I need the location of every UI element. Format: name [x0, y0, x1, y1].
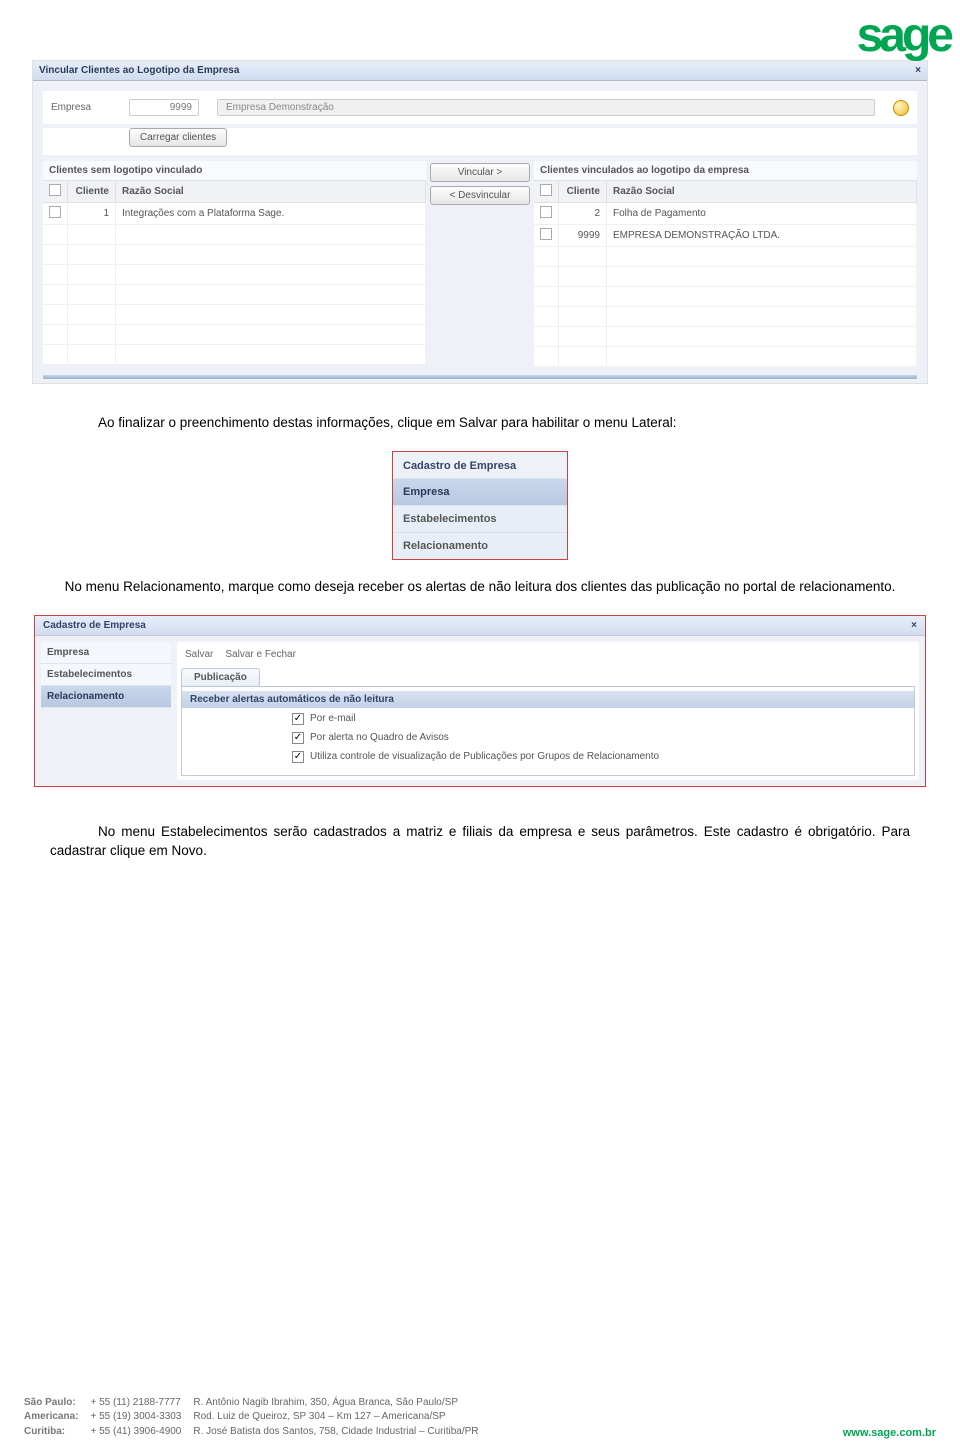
footer-address: R. José Batista dos Santos, 758, Cidade …	[193, 1425, 478, 1440]
checkbox[interactable]: ✓	[292, 751, 304, 763]
menu-cadastro-empresa: Cadastro de Empresa Empresa Estabelecime…	[392, 451, 568, 560]
close-icon[interactable]: ×	[911, 620, 917, 631]
panel-clientes-vinculados: Clientes vinculados ao logotipo da empre…	[534, 161, 917, 367]
empresa-name-field: Empresa Demonstração	[217, 99, 875, 116]
cell-cliente: 2	[559, 203, 607, 225]
footer-city: Curitiba:	[24, 1425, 78, 1440]
col-checkbox[interactable]	[43, 181, 68, 203]
col-razao: Razão Social	[607, 181, 917, 203]
footer-phone: + 55 (19) 3004-3303	[90, 1410, 181, 1425]
table-row	[43, 305, 426, 325]
table-row	[534, 287, 917, 307]
cell-cliente: 9999	[559, 225, 607, 247]
checkbox[interactable]: ✓	[292, 732, 304, 744]
table-row	[43, 345, 426, 365]
table-row	[534, 247, 917, 267]
footer-city: São Paulo:	[24, 1396, 78, 1411]
col-cliente: Cliente	[559, 181, 607, 203]
option-label: Utiliza controle de visualização de Publ…	[310, 751, 659, 762]
table-row	[534, 347, 917, 367]
dialog-vincular-clientes: Vincular Clientes ao Logotipo da Empresa…	[32, 60, 928, 384]
table-right: Cliente Razão Social 2 Folha de Pagament…	[534, 181, 917, 367]
dialog-title: Vincular Clientes ao Logotipo da Empresa	[39, 65, 239, 76]
close-icon[interactable]: ×	[915, 65, 921, 76]
tab-body: Receber alertas automáticos de não leitu…	[181, 686, 915, 776]
table-row	[43, 225, 426, 245]
footer-phone: + 55 (41) 3906-4900	[90, 1425, 181, 1440]
empresa-code-field[interactable]: 9999	[129, 99, 199, 116]
sidebar-item-empresa[interactable]: Empresa	[41, 642, 171, 664]
option-row[interactable]: ✓ Por e-mail	[182, 708, 914, 727]
cell-razao: Integrações com a Plataforma Sage.	[116, 203, 426, 225]
toolbar: Salvar Salvar e Fechar	[181, 646, 915, 668]
dialog-main: Salvar Salvar e Fechar Publicação Recebe…	[177, 642, 919, 780]
footer-phone: + 55 (11) 2188-7777	[90, 1396, 181, 1411]
cell-cliente: 1	[68, 203, 116, 225]
sidebar: Empresa Estabelecimentos Relacionamento	[41, 642, 171, 780]
checkbox[interactable]	[540, 206, 552, 218]
table-left: Cliente Razão Social 1 Integrações com a…	[43, 181, 426, 365]
link-buttons: Vincular > < Desvincular	[430, 161, 530, 205]
checkbox[interactable]: ✓	[292, 713, 304, 725]
desvincular-button[interactable]: < Desvincular	[430, 186, 530, 205]
panel-title: Clientes vinculados ao logotipo da empre…	[534, 161, 917, 181]
table-row[interactable]: 9999 EMPRESA DEMONSTRAÇÃO LTDA.	[534, 225, 917, 247]
option-label: Por alerta no Quadro de Avisos	[310, 732, 449, 743]
cell-razao: EMPRESA DEMONSTRAÇÃO LTDA.	[607, 225, 917, 247]
tab-publicacao[interactable]: Publicação	[181, 668, 260, 686]
table-row[interactable]: 2 Folha de Pagamento	[534, 203, 917, 225]
dialog-title: Cadastro de Empresa	[43, 620, 146, 631]
doc-paragraph-3: No menu Estabelecimentos serão cadastrad…	[50, 823, 910, 861]
col-checkbox[interactable]	[534, 181, 559, 203]
option-row[interactable]: ✓ Por alerta no Quadro de Avisos	[182, 727, 914, 746]
col-razao: Razão Social	[116, 181, 426, 203]
table-row[interactable]: 1 Integrações com a Plataforma Sage.	[43, 203, 426, 225]
footer-address: R. Antônio Nagib Ibrahim, 350, Água Bran…	[193, 1396, 478, 1411]
page-footer: São Paulo: Americana: Curitiba: + 55 (11…	[24, 1396, 936, 1440]
footer-city: Americana:	[24, 1410, 78, 1425]
checkbox[interactable]	[540, 184, 552, 196]
search-icon[interactable]	[893, 100, 909, 116]
sidebar-item-relacionamento[interactable]: Relacionamento	[41, 686, 171, 708]
sidebar-item-estabelecimentos[interactable]: Estabelecimentos	[41, 664, 171, 686]
menu-title: Cadastro de Empresa	[393, 452, 567, 478]
panel-title: Clientes sem logotipo vinculado	[43, 161, 426, 181]
table-row	[534, 327, 917, 347]
option-label: Por e-mail	[310, 713, 356, 724]
section-subheader: Receber alertas automáticos de não leitu…	[182, 691, 914, 708]
panel-clientes-sem-logotipo: Clientes sem logotipo vinculado Cliente …	[43, 161, 426, 365]
menu-item-relacionamento[interactable]: Relacionamento	[393, 532, 567, 559]
cell-razao: Folha de Pagamento	[607, 203, 917, 225]
salvar-fechar-button[interactable]: Salvar e Fechar	[225, 649, 296, 660]
table-row	[534, 307, 917, 327]
dialog-cadastro-empresa: Cadastro de Empresa × Empresa Estabeleci…	[35, 616, 925, 786]
divider	[43, 375, 917, 379]
col-cliente: Cliente	[68, 181, 116, 203]
vincular-button[interactable]: Vincular >	[430, 163, 530, 182]
checkbox[interactable]	[49, 184, 61, 196]
salvar-button[interactable]: Salvar	[185, 649, 213, 660]
empresa-label: Empresa	[51, 102, 111, 113]
menu-item-empresa[interactable]: Empresa	[393, 478, 567, 505]
table-row	[43, 245, 426, 265]
footer-address: Rod. Luiz de Queiroz, SP 304 – Km 127 – …	[193, 1410, 478, 1425]
doc-paragraph-1: Ao finalizar o preenchimento destas info…	[50, 414, 910, 433]
brand-logo: sage	[857, 8, 950, 63]
carregar-clientes-button[interactable]: Carregar clientes	[129, 128, 227, 147]
table-row	[43, 285, 426, 305]
option-row[interactable]: ✓ Utiliza controle de visualização de Pu…	[182, 746, 914, 765]
table-row	[534, 267, 917, 287]
table-row	[43, 325, 426, 345]
table-row	[43, 265, 426, 285]
checkbox[interactable]	[49, 206, 61, 218]
menu-item-estabelecimentos[interactable]: Estabelecimentos	[393, 505, 567, 532]
checkbox[interactable]	[540, 228, 552, 240]
doc-paragraph-2: No menu Relacionamento, marque como dese…	[60, 578, 900, 597]
footer-website-link[interactable]: www.sage.com.br	[843, 1427, 936, 1439]
